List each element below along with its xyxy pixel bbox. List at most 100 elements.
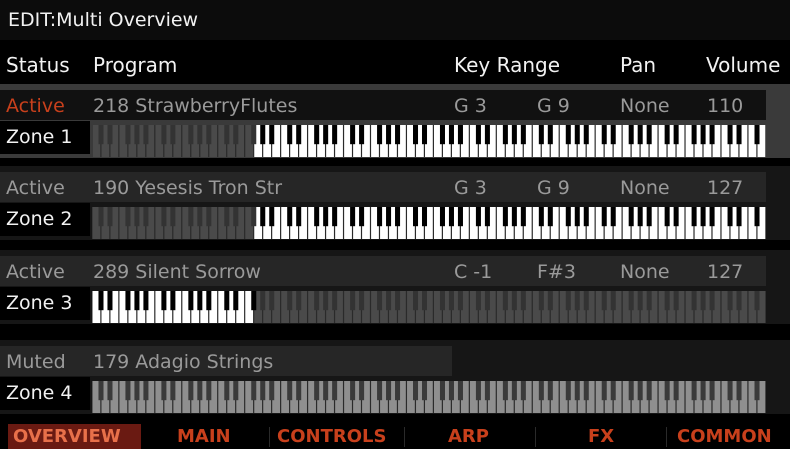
zone-3-status[interactable]: Active (6, 261, 65, 283)
black-key (700, 291, 706, 311)
black-key (233, 381, 239, 401)
black-key (583, 291, 589, 311)
black-key (188, 291, 194, 311)
zone-4-status[interactable]: Muted (6, 351, 66, 373)
zone-1-label: Zone 1 (6, 126, 73, 148)
tab-arp[interactable]: ARP (405, 424, 535, 449)
black-key (538, 125, 544, 145)
tab-overview[interactable]: OVERVIEW (8, 424, 141, 449)
zone-2-key-low[interactable]: G 3 (454, 177, 487, 199)
black-key (583, 207, 589, 227)
zone-1-key-low[interactable]: G 3 (454, 95, 487, 117)
black-key (574, 291, 580, 311)
black-key (413, 207, 419, 227)
black-key (457, 207, 463, 227)
black-key (754, 207, 760, 227)
zone-1-status[interactable]: Active (6, 95, 65, 117)
black-key (107, 381, 113, 401)
black-key (637, 125, 643, 145)
black-key (386, 207, 392, 227)
black-key (314, 381, 320, 401)
black-key (727, 291, 733, 311)
black-key (188, 125, 194, 145)
black-key (332, 291, 338, 311)
black-key (646, 125, 652, 145)
black-key (395, 125, 401, 145)
zone-3-volume[interactable]: 127 (707, 261, 743, 283)
black-key (260, 207, 266, 227)
black-key (637, 381, 643, 401)
black-key (170, 125, 176, 145)
zone-3-pan[interactable]: None (620, 261, 670, 283)
black-key (700, 381, 706, 401)
black-key (332, 207, 338, 227)
black-key (439, 125, 445, 145)
tab-bar: OVERVIEW MAIN CONTROLS ARP FX COMMON (0, 424, 790, 449)
zone-row-4[interactable]: Muted 179 Adagio Strings Zone 4 (0, 340, 790, 414)
zone-3-program[interactable]: 289 Silent Sorrow (93, 261, 261, 283)
black-key (628, 207, 634, 227)
zone-3-keyboard[interactable] (92, 291, 766, 323)
zone-row-1[interactable]: Active 218 StrawberryFlutes G 3 G 9 None… (0, 84, 790, 158)
black-key (421, 291, 428, 311)
zone-2-pan[interactable]: None (620, 177, 670, 199)
black-key (413, 291, 419, 311)
zone-row-3[interactable]: Active 289 Silent Sorrow C -1 F#3 None 1… (0, 250, 790, 324)
black-key (727, 381, 733, 401)
black-key (206, 207, 212, 227)
zone-1-program[interactable]: 218 StrawberryFlutes (93, 95, 297, 117)
black-key (323, 291, 329, 311)
black-key (98, 381, 104, 401)
zone-2-volume[interactable]: 127 (707, 177, 743, 199)
black-key (502, 125, 508, 145)
black-key (206, 381, 212, 401)
black-key (421, 125, 428, 145)
black-key (359, 207, 365, 227)
tab-common[interactable]: COMMON (667, 424, 790, 449)
black-key (125, 381, 131, 401)
black-key (511, 291, 517, 311)
zone-1-keyboard[interactable] (92, 125, 766, 157)
black-key (520, 207, 526, 227)
black-key (269, 381, 275, 401)
black-key (646, 381, 652, 401)
black-key (574, 381, 580, 401)
black-key (601, 291, 607, 311)
zone-row-2[interactable]: Active 190 Yesesis Tron Str G 3 G 9 None… (0, 166, 790, 240)
zone-2-program[interactable]: 190 Yesesis Tron Str (93, 177, 282, 199)
black-key (736, 125, 742, 145)
zone-4-program[interactable]: 179 Adagio Strings (93, 351, 273, 373)
black-key (134, 291, 140, 311)
black-key (134, 381, 140, 401)
tab-fx[interactable]: FX (536, 424, 666, 449)
zone-1-volume[interactable]: 110 (707, 95, 743, 117)
tab-controls[interactable]: CONTROLS (270, 424, 404, 449)
zone-2-key-high[interactable]: G 9 (537, 177, 570, 199)
zone-1-key-high[interactable]: G 9 (537, 95, 570, 117)
black-key (206, 291, 212, 311)
black-key (700, 207, 706, 227)
black-key (610, 125, 616, 145)
black-key (98, 125, 104, 145)
zone-3-key-low[interactable]: C -1 (454, 261, 492, 283)
black-key (170, 291, 176, 311)
black-key (601, 207, 607, 227)
black-key (197, 207, 203, 227)
black-key (134, 207, 140, 227)
zone-3-key-high[interactable]: F#3 (537, 261, 576, 283)
black-key (565, 207, 571, 227)
black-key (350, 207, 356, 227)
zone-2-keyboard[interactable] (92, 207, 766, 239)
zone-2-status[interactable]: Active (6, 177, 65, 199)
black-key (448, 125, 454, 145)
black-key (296, 207, 302, 227)
black-key (314, 207, 320, 227)
black-key (251, 125, 257, 145)
zone-1-pan[interactable]: None (620, 95, 670, 117)
black-key (610, 207, 616, 227)
black-key (125, 291, 131, 311)
black-key (673, 291, 679, 311)
black-key (287, 207, 293, 227)
zone-4-keyboard[interactable] (92, 381, 766, 413)
tab-main[interactable]: MAIN (141, 424, 269, 449)
